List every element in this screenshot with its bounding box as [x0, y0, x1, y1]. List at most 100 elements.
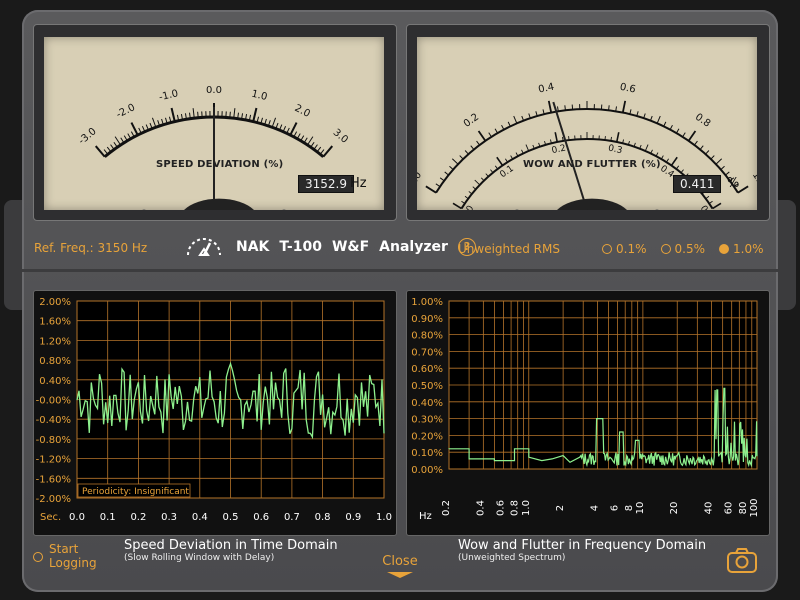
brand-title: NAK T-100 W&F Analyzer ? — [182, 235, 476, 259]
scale-label: -2.0 — [115, 102, 137, 121]
y-tick-label: 0.60% — [411, 364, 443, 375]
meter-tick — [513, 115, 518, 124]
meter-tick — [496, 156, 504, 166]
radio-icon — [602, 244, 612, 254]
speed-deviation-meter: -3.0 -2.0 -1.0 0.0 1.0 2.0 3.0 SPEED DEVIATION… — [33, 24, 397, 221]
frequency-domain-plot: 1.00% 0.90% 0.80% 0.70% 0.60% 0.50% 0.40% 0.30%… — [411, 297, 760, 522]
meter-tick — [472, 186, 477, 190]
x-tick-label: 0.8 — [315, 512, 331, 523]
time-domain-plot: 2.00% 1.60% 1.20% 0.80% 0.40% -0.00% -0.40% -0.… — [36, 297, 392, 523]
scale-label: 1.0 — [250, 89, 268, 103]
periodicity-label: Periodicity: Insignificant — [82, 487, 189, 497]
meter-tick — [670, 156, 678, 166]
meter-tick — [151, 117, 157, 128]
y-tick-label: 0.70% — [411, 347, 443, 358]
y-tick-label: -1.60% — [36, 474, 71, 485]
meter-tick — [468, 191, 473, 195]
meter-tick — [319, 149, 325, 155]
y-tick-label: 0.20% — [411, 431, 443, 442]
scale-label: 0.0 — [206, 85, 222, 96]
scale-label: 0.3 — [607, 144, 623, 157]
x-tick-label: 40 — [704, 502, 715, 515]
scale-option-0-5[interactable]: 0.5% — [660, 242, 705, 256]
meter-tick — [680, 169, 684, 173]
y-tick-label: -2.00% — [36, 494, 71, 505]
x-tick-label: 1.0 — [521, 500, 532, 516]
start-logging-button[interactable]: Start Logging — [33, 542, 97, 570]
meter-tick — [675, 128, 680, 134]
time-domain-graph: 2.00% 1.60% 1.20% 0.80% 0.40% -0.00% -0.40% -0.… — [33, 290, 397, 536]
panel-divider — [22, 269, 778, 272]
scale-label: 0.2 — [462, 112, 481, 130]
meter-tick — [461, 200, 466, 204]
x-tick-label: 8 — [624, 505, 635, 511]
x-tick-label: 2 — [555, 505, 566, 511]
y-tick-label: -1.20% — [36, 455, 71, 466]
meter-needle — [552, 101, 588, 210]
meter-tick — [682, 132, 686, 138]
brand-model: T-100 — [279, 239, 322, 255]
x-tick-label: 4 — [589, 505, 600, 511]
meter-tick — [480, 177, 485, 181]
meter-tick — [316, 146, 322, 153]
close-button[interactable]: Close — [380, 554, 420, 584]
radio-icon — [660, 244, 671, 254]
scale-label: -3.0 — [77, 126, 99, 147]
meter-tick — [110, 144, 115, 150]
calibration-screw — [142, 209, 146, 210]
meter-tick — [501, 124, 505, 130]
meter-tick — [476, 140, 480, 146]
scale-option-0-1[interactable]: 0.1% — [602, 242, 647, 256]
weighting-mode[interactable]: Unweighted RMS — [458, 242, 560, 256]
x-tick-label: 0.4 — [475, 500, 486, 516]
meter-tick — [507, 121, 511, 127]
time-domain-subtitle: (Slow Rolling Window with Delay) — [124, 553, 275, 563]
brand-wf: W&F — [331, 239, 370, 255]
scale-label: 0.8 — [693, 112, 712, 130]
brand-nak: NAK — [236, 239, 270, 255]
x-tick-label: 0.2 — [130, 512, 146, 523]
scale-option-1-0[interactable]: 1.0% — [719, 242, 764, 256]
y-tick-label: -0.80% — [36, 435, 71, 446]
y-tick-label: 0.90% — [411, 314, 443, 325]
y-tick-label: -0.40% — [36, 415, 71, 426]
scale-selector: 0.1% 0.5% 1.0% — [602, 242, 764, 256]
meter-tick — [233, 108, 236, 119]
meter-tick — [435, 183, 441, 188]
meter-tick — [675, 165, 680, 170]
meter-tick — [170, 107, 176, 122]
needle-hub — [557, 198, 627, 210]
meter-tick — [197, 111, 199, 118]
meter-tick — [439, 177, 445, 182]
scale-label: 0.2 — [551, 144, 567, 157]
x-tick-label: 0.6 — [495, 500, 506, 516]
meter-tick — [737, 185, 749, 194]
time-domain-caption: Speed Deviation in Time Domain (Slow Rol… — [124, 538, 338, 563]
meter-tick — [712, 202, 722, 210]
meter-tick — [252, 107, 258, 122]
meter-tick — [705, 150, 710, 155]
frequency-domain-graph: 1.00% 0.90% 0.80% 0.70% 0.60% 0.50% 0.40% 0.30%… — [406, 290, 770, 536]
info-bar: Ref. Freq.: 3150 Hz NAK T-100 W&F Analyz… — [22, 230, 778, 270]
flutter-unit: % — [727, 176, 740, 191]
x-tick-label: 0.3 — [161, 512, 177, 523]
x-tick-label: 0.5 — [223, 512, 239, 523]
flutter-meter-face: 0.00.20.40.60.81.00.00.10.20.30.40.5 WOW… — [417, 37, 757, 210]
meter-tick — [710, 155, 715, 160]
meter-tick — [477, 130, 487, 142]
y-tick-label: 0.50% — [411, 381, 443, 392]
y-tick-label: 0.80% — [39, 356, 71, 367]
meter-tick — [615, 132, 620, 143]
meter-tick — [562, 136, 564, 142]
meter-tick — [306, 136, 314, 146]
meter-tick — [525, 144, 530, 152]
flutter-meter-title: WOW AND FLUTTER (%) — [523, 159, 661, 170]
x-tick-label: 0.9 — [345, 512, 361, 523]
reference-frequency: Ref. Freq.: 3150 Hz — [34, 241, 148, 255]
calibration-screw — [515, 209, 519, 210]
meter-tick — [113, 141, 118, 148]
x-tick-label: 0.8 — [510, 500, 521, 516]
camera-icon[interactable] — [726, 546, 758, 578]
calibration-screw — [282, 209, 286, 210]
gauge-logo-icon — [187, 238, 221, 256]
